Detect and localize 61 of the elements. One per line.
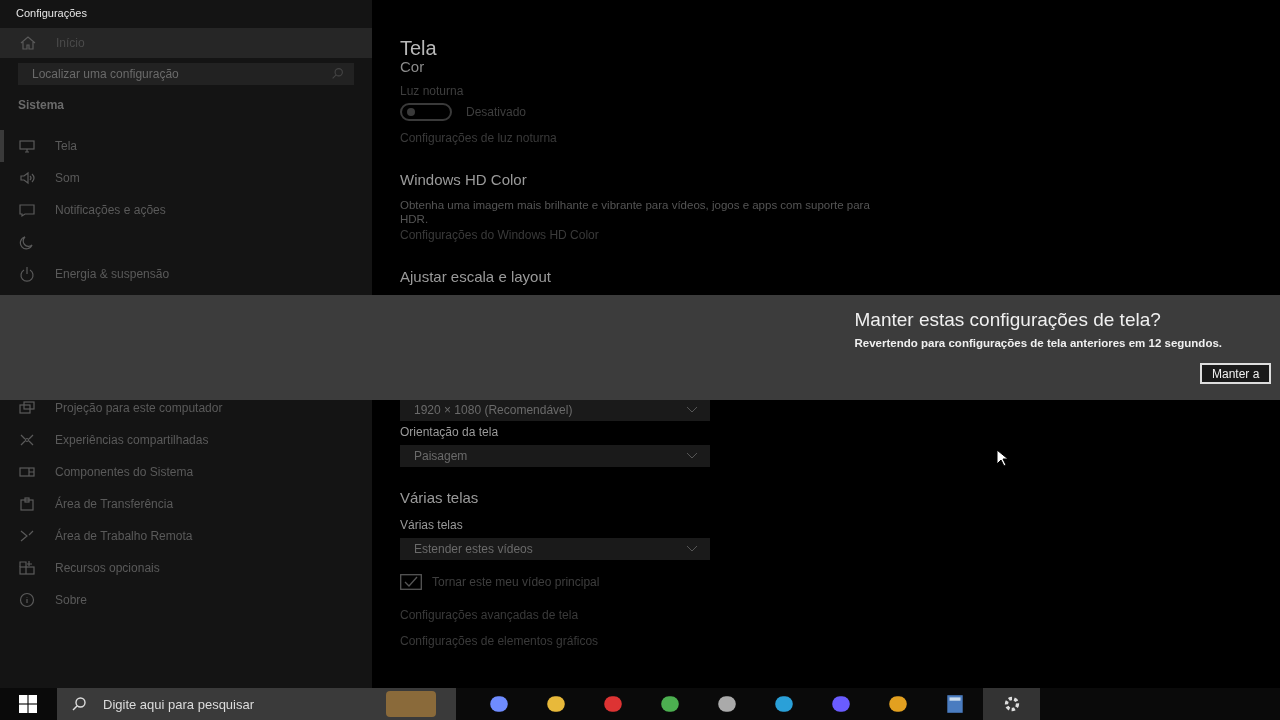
windows-logo-icon[interactable]	[19, 695, 37, 713]
remote-icon	[19, 528, 35, 544]
projector-icon	[19, 400, 35, 416]
settings-link[interactable]: Configurações de luz noturna	[400, 131, 557, 145]
field-label: Orientação da tela	[400, 425, 499, 439]
chevron-icon	[686, 406, 698, 414]
settings-link[interactable]: Configurações avançadas de tela	[400, 608, 579, 622]
taskbar-search-field[interactable]: Digite aqui para pesquisar	[101, 695, 386, 713]
page-title: Tela	[400, 36, 437, 60]
setting-label: Luz noturna	[400, 84, 464, 98]
grid-icon	[19, 560, 35, 576]
clipboard-icon	[19, 496, 35, 512]
toggle-state: Desativado	[466, 105, 527, 119]
power-icon	[19, 266, 35, 282]
components-icon	[19, 464, 35, 480]
window-title: Configurações	[15, 6, 88, 21]
sidebar-item[interactable]: Energia & suspensão	[0, 258, 372, 290]
toggle-switch[interactable]	[400, 103, 452, 121]
settings-link[interactable]: Configurações do Windows HD Color	[400, 228, 599, 242]
checkbox[interactable]	[400, 574, 422, 590]
section-heading: Ajustar escala e layout	[400, 268, 551, 285]
taskbar-app[interactable]	[983, 688, 1040, 720]
search-icon	[331, 67, 344, 80]
taskbar-search-box[interactable]: Digite aqui para pesquisar	[57, 688, 456, 720]
orientation-dropdown[interactable]: Paisagem	[400, 445, 710, 467]
chevron-icon	[686, 452, 698, 460]
search-field[interactable]: Localizar uma configuração	[18, 63, 354, 85]
sidebar-item[interactable]: Área de Trabalho Remota	[0, 520, 372, 552]
dialog-message: Revertendo para configurações de tela anteriores em 12 segundos.	[854, 337, 1222, 349]
resolution-dropdown[interactable]: 1920 × 1080 (Recomendável)	[400, 399, 710, 421]
checkbox-label: Tornar este meu vídeo principal	[432, 575, 600, 589]
mouse-cursor-icon	[996, 449, 1008, 467]
keep-button[interactable]: Manter a	[1200, 363, 1272, 384]
section-heading: Várias telas	[400, 489, 479, 506]
sidebar-item[interactable]: Tela	[0, 130, 372, 162]
monitor-icon	[19, 138, 35, 154]
section-title: Cor	[400, 60, 425, 72]
sidebar-item[interactable]: Recursos opcionais	[0, 552, 372, 584]
info-icon	[19, 592, 35, 608]
message-icon	[19, 202, 35, 218]
sidebar-item[interactable]: Componentes do Sistema	[0, 456, 372, 488]
field-label: Várias telas	[400, 518, 463, 532]
sidebar-item[interactable]: Som	[0, 162, 372, 194]
settings-link[interactable]: Configurações de elementos gráficos	[400, 634, 599, 648]
section-heading: Windows HD Color	[400, 171, 527, 188]
dialog-title: Manter estas configurações de tela?	[854, 309, 1162, 331]
section-title: Sistema	[17, 97, 66, 114]
sidebar-item[interactable]: Sobre	[0, 584, 372, 616]
description-text: Obtenha uma imagem mais brilhante e vibrante para vídeos, jogos e apps com suporte para HDR.	[400, 198, 870, 226]
display-dropdown[interactable]: Estender estes vídeos	[400, 538, 710, 560]
share-icon	[19, 432, 35, 448]
sidebar-item[interactable]: Projeção para este computador	[0, 392, 372, 424]
moon-icon	[19, 234, 35, 250]
home-icon	[20, 35, 36, 51]
illustration-placeholder	[386, 691, 436, 717]
sidebar-item[interactable]: Área de Transferência	[0, 488, 372, 520]
search-icon	[71, 696, 87, 712]
chevron-icon	[686, 545, 698, 553]
sidebar-item[interactable]: Notificações e ações	[0, 194, 372, 226]
sidebar-item[interactable]: Experiências compartilhadas	[0, 424, 372, 456]
speaker-icon	[19, 170, 35, 186]
